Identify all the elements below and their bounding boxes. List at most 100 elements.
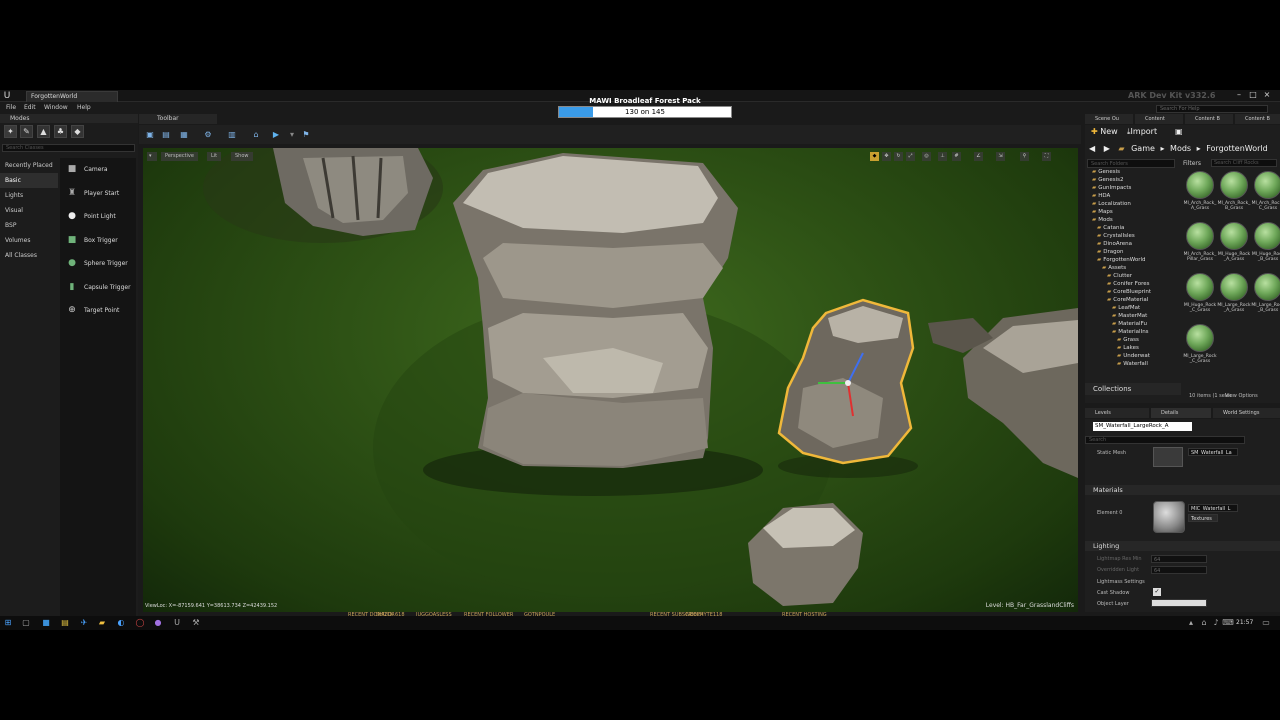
edge-icon[interactable]: ◐ [115,617,127,629]
forward-icon[interactable]: ▶ [1104,144,1110,153]
cast-shadow-checkbox[interactable]: ✓ [1153,588,1161,596]
source-control-icon[interactable]: ▤ [159,129,173,141]
world-local-icon[interactable]: ◎ [922,152,931,161]
lightmass-label[interactable]: Lightmass Settings [1097,579,1145,585]
folder-item[interactable]: ▰ Grass [1087,336,1179,344]
tab-details[interactable]: Details [1151,408,1211,418]
place-item-box-trigger[interactable]: ■ Box Trigger [60,229,136,253]
tab-content[interactable]: Content [1135,114,1183,124]
asset-search-input[interactable]: Search Cliff Rocks [1211,159,1277,167]
settings-icon[interactable]: ⚙ [201,129,215,141]
maximize-viewport-icon[interactable]: ⛶ [1042,152,1051,161]
folder-item[interactable]: ▰ MaterialIns [1087,328,1179,336]
unreal-task-icon[interactable]: U [171,617,183,629]
folder-item[interactable]: ▰ ForgottenWorld [1087,256,1179,264]
language-icon[interactable]: ⌨ [1222,617,1234,629]
breadcrumb-forgottenworld[interactable]: ForgottenWorld [1206,144,1268,153]
menu-edit[interactable]: Edit [24,103,36,113]
folder-item[interactable]: ▰ Catania [1087,224,1179,232]
grid-snap-icon[interactable]: # [952,152,961,161]
category-visual[interactable]: Visual [0,203,58,218]
scale-snap-icon[interactable]: ⇲ [996,152,1005,161]
tray-arrow-icon[interactable]: ▴ [1185,617,1197,629]
folder-item[interactable]: ▰ MaterialFu [1087,320,1179,328]
place-mode-icon[interactable]: ✦ [4,125,17,138]
opera-icon[interactable]: ◯ [134,617,146,629]
menu-file[interactable]: File [6,103,16,113]
asset-tile[interactable]: MI_Large_Rock_C_Grass [1183,324,1217,374]
folder-item[interactable]: ▰ DinoArena [1087,240,1179,248]
folder-item[interactable]: ▰ Underwat [1087,352,1179,360]
lighting-section[interactable]: Lighting [1085,541,1280,551]
rotate-icon[interactable]: ↻ [894,152,903,161]
asset-tile[interactable]: MI_Huge_Rock_B_Grass [1251,222,1280,272]
toolbar-tab[interactable]: Toolbar [139,114,217,124]
play-icon[interactable]: ▶ [269,129,283,141]
category-basic[interactable]: Basic [0,173,58,188]
obs-icon[interactable]: ● [152,617,164,629]
category-recently-placed[interactable]: Recently Placed [0,158,58,173]
tab-world-settings[interactable]: World Settings [1213,408,1280,418]
back-icon[interactable]: ◀ [1089,144,1095,153]
notifications-icon[interactable]: ▭ [1260,617,1272,629]
folder-item[interactable]: ▰ CrystalIsles [1087,232,1179,240]
save-icon[interactable]: ▣ [143,129,157,141]
category-volumes[interactable]: Volumes [0,233,58,248]
overridden-light-value[interactable]: 64 [1151,566,1207,574]
asset-tile[interactable]: MI_Arch_Rock_Pillar_Grass [1183,222,1217,272]
rotation-snap-icon[interactable]: ∠ [974,152,983,161]
surface-snap-icon[interactable]: ⊥ [938,152,947,161]
folder-item[interactable]: ▰ MasterMat [1087,312,1179,320]
place-item-target-point[interactable]: ⊕ Target Point [60,299,136,323]
folder-item[interactable]: ▰ Clutter [1087,272,1179,280]
place-item-player-start[interactable]: ♜ Player Start [60,182,136,206]
play-options-icon[interactable]: ▾ [285,129,299,141]
new-button[interactable]: ✚ New [1091,126,1118,138]
asset-tile[interactable]: MI_Huge_Rock_A_Grass [1217,222,1251,272]
details-search-input[interactable]: Search [1085,436,1245,444]
help-search-input[interactable]: Search For Help [1156,105,1268,113]
menu-help[interactable]: Help [77,103,91,113]
landscape-mode-icon[interactable]: ▲ [37,125,50,138]
lit-button[interactable]: Lit [207,152,222,161]
asset-tile[interactable]: MI_Large_Rock_A_Grass [1217,273,1251,323]
content-icon[interactable]: ▦ [177,129,191,141]
task-view-icon[interactable]: ▢ [20,617,32,629]
tab-levels[interactable]: Levels [1085,408,1149,418]
folder-item[interactable]: ▰ Assets [1087,264,1179,272]
lightmap-res-value[interactable]: 64 [1151,555,1207,563]
import-button[interactable]: ⤓Import [1127,126,1157,138]
actor-name-field[interactable]: SM_Waterfall_LargeRock_A [1093,422,1192,431]
minimize-icon[interactable]: – [1233,90,1245,100]
place-item-sphere-trigger[interactable]: ● Sphere Trigger [60,252,136,276]
folder-item[interactable]: ▰ Genesis2 [1087,176,1179,184]
folder-icon[interactable]: ▰ [96,617,108,629]
start-icon[interactable]: ⊞ [2,617,14,629]
folder-item[interactable]: ▰ Mods [1087,216,1179,224]
viewport-options-icon[interactable]: ▾ [147,152,157,161]
place-item-capsule-trigger[interactable]: ▮ Capsule Trigger [60,276,136,300]
tab-content-browser-1[interactable]: Content B [1185,114,1233,124]
asset-tile[interactable]: MI_Arch_Rock_C_Grass [1251,171,1280,221]
folder-item[interactable]: ▰ CoreBlueprint [1087,288,1179,296]
maximize-icon[interactable]: □ [1247,90,1259,100]
explorer-icon[interactable]: ▤ [59,617,71,629]
materials-section[interactable]: Materials [1085,485,1280,495]
folder-item[interactable]: ▰ LeafMat [1087,304,1179,312]
tab-content-browser-2[interactable]: Content B [1235,114,1280,124]
save-all-icon[interactable]: ▣ [1175,126,1183,138]
folder-item[interactable]: ▰ GunImpacts [1087,184,1179,192]
collections-header[interactable]: Collections [1085,383,1181,395]
paint-mode-icon[interactable]: ✎ [20,125,33,138]
folder-item[interactable]: ▰ Waterfall [1087,360,1179,368]
asset-tile[interactable]: MI_Arch_Rock_A_Grass [1183,171,1217,221]
level-viewport[interactable]: ▾ Perspective Lit Show ◆ ✥ ↻ ⤢ ◎ ⊥ # ∠ ⇲… [143,148,1078,612]
tab-scene-outliner[interactable]: Scene Ou [1085,114,1133,124]
show-button[interactable]: Show [231,152,253,161]
modes-tab[interactable]: Modes [0,114,138,123]
blueprints-icon[interactable]: ▥ [225,129,239,141]
scale-icon[interactable]: ⤢ [906,152,915,161]
static-mesh-value[interactable]: SM_Waterfall_La [1188,448,1238,456]
network-icon[interactable]: ⌂ [1198,617,1210,629]
place-item-camera[interactable]: ■ Camera [60,158,136,182]
